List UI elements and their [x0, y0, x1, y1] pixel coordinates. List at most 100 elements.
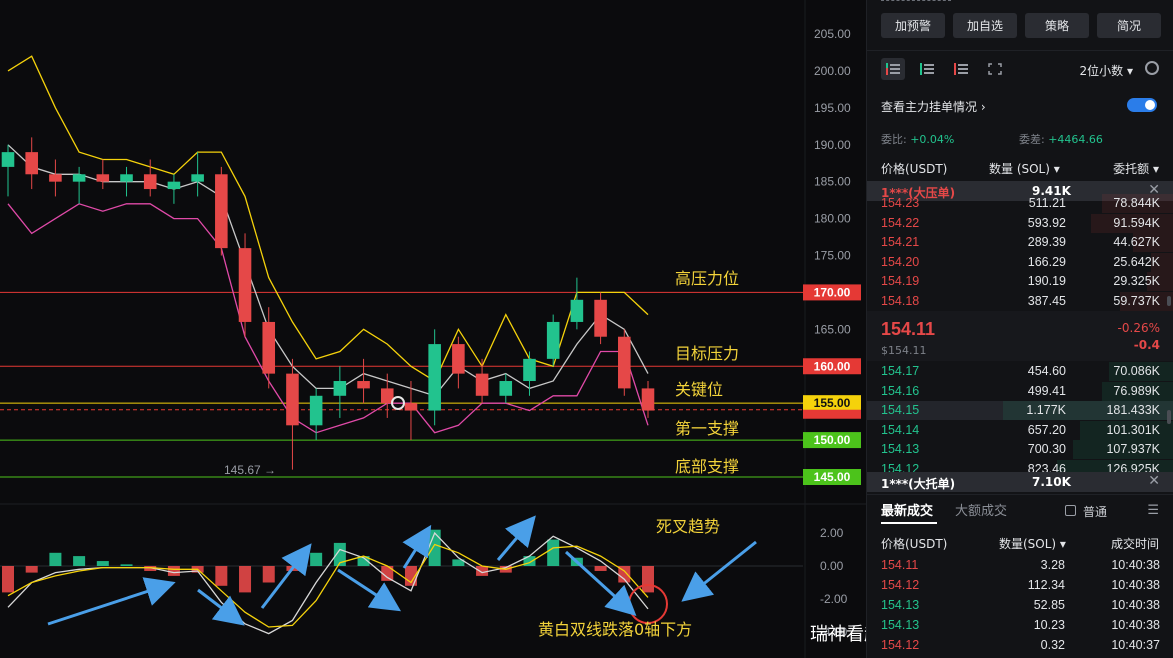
large-bid-banner[interactable]: 1***(大托单) 7.10K ✕ [867, 472, 1173, 492]
divider [867, 494, 1173, 495]
orderbook-sell-icon[interactable] [949, 58, 973, 80]
trade-time: 10:40:38 [1111, 558, 1160, 572]
order-total: 78.844K [1113, 196, 1160, 210]
macd-tick-label: -2.00 [820, 592, 848, 606]
candle [215, 174, 228, 249]
price-tag-label: 160.00 [814, 359, 851, 373]
candle [309, 395, 323, 426]
order-diff-label: 委差: [1019, 133, 1045, 146]
price-chart[interactable]: 205.00 200.00 195.00 190.00 185.00 180.00 175.… [0, 0, 866, 658]
trade-row: 154.12 0.32 10:40:37 [867, 636, 1173, 656]
candle [167, 181, 181, 190]
bollinger-lower-line [7, 203, 649, 434]
order-total: 29.325K [1113, 274, 1160, 288]
macd-histogram-bar [73, 556, 86, 566]
macd-tick-label: 0.00 [820, 559, 844, 573]
tab-large-trades[interactable]: 大额成交 [955, 500, 1007, 519]
order-total: 70.086K [1113, 364, 1160, 378]
orderbook-view-toggle [881, 58, 1007, 80]
trade-row: 154.13 10.23 10:40:38 [867, 616, 1173, 636]
ask-row[interactable]: 154.21 289.39 44.627K [867, 233, 1173, 252]
price-change: -0.4 [1133, 338, 1160, 352]
level-annotation: 第一支撑 [675, 419, 739, 438]
bid-row[interactable]: 154.15 1.177K 181.433K [867, 401, 1173, 420]
zero-axis-annotation: 黄白双线跌落0轴下方 [538, 620, 692, 639]
scrollbar[interactable] [1167, 410, 1171, 424]
ask-row[interactable]: 154.18 387.45 59.737K [867, 291, 1173, 311]
price-tick-label: 205.00 [814, 27, 851, 41]
trade-qty: 10.23 [1033, 618, 1065, 632]
scrollbar[interactable] [1167, 296, 1171, 306]
trade-price-header: 价格(USDT) [881, 537, 948, 551]
mainforce-orders-link[interactable]: 查看主力挂单情况 › [881, 98, 986, 115]
order-total: 107.937K [1106, 442, 1160, 456]
macd-histogram-bar [25, 566, 38, 573]
bid-row[interactable]: 154.16 499.41 76.989K [867, 381, 1173, 401]
trade-row: 154.13 52.85 10:40:38 [867, 596, 1173, 616]
decimal-select[interactable]: 2位小数 ▾ [1080, 62, 1133, 79]
candle [120, 174, 133, 182]
order-qty: 1.177K [1026, 403, 1066, 417]
low-price-marker: 145.67 → [224, 463, 276, 477]
overview-button[interactable]: 简况 [1097, 13, 1161, 38]
candle [594, 299, 607, 337]
order-price: 154.13 [881, 442, 920, 456]
ask-row[interactable]: 154.23 511.21 78.844K [867, 194, 1173, 213]
order-diff: 委差: +4464.66 [1019, 131, 1103, 147]
candle [452, 344, 465, 374]
order-qty: 700.30 [1027, 442, 1066, 456]
bid-row[interactable]: 154.13 700.30 107.937K [867, 440, 1173, 459]
trade-qty-header[interactable]: 数量(SOL) ▾ [999, 535, 1066, 552]
orderbook-fullscreen-icon[interactable] [983, 58, 1007, 80]
order-price: 154.18 [881, 293, 920, 308]
total-column-header[interactable]: 委托额 ▾ [1113, 160, 1159, 177]
trade-price: 154.12 [881, 578, 920, 592]
tab-latest-trades[interactable]: 最新成交 [881, 500, 933, 519]
trend-arrow [47, 577, 176, 626]
price-tick-label: 175.00 [814, 249, 851, 263]
normal-checkbox[interactable] [1065, 505, 1076, 516]
ask-row[interactable]: 154.19 190.19 29.325K [867, 272, 1173, 291]
trade-price: 154.13 [881, 618, 920, 632]
qty-column-header[interactable]: 数量 (SOL) ▾ [989, 160, 1060, 177]
orderbook-both-icon[interactable] [881, 58, 905, 80]
add-alert-button[interactable]: 加预警 [881, 13, 945, 38]
strategy-button[interactable]: 策略 [1025, 13, 1089, 38]
price-tick-label: 200.00 [814, 64, 851, 78]
level-annotation: 目标压力 [675, 344, 739, 363]
order-price: 154.22 [881, 215, 920, 230]
close-icon[interactable]: ✕ [1148, 473, 1160, 489]
order-qty: 166.29 [1027, 254, 1066, 269]
order-qty: 387.45 [1027, 293, 1066, 308]
macd-histogram-bar [310, 552, 323, 566]
chart-area[interactable]: 205.00 200.00 195.00 190.00 185.00 180.00 175.… [0, 0, 866, 658]
macd-histogram-bar [167, 566, 180, 576]
order-ratio: 委比: +0.04% [881, 131, 954, 147]
bid-row[interactable]: 154.17 454.60 70.086K [867, 362, 1173, 381]
mainforce-toggle[interactable] [1127, 98, 1157, 112]
macd-tick-label: 2.00 [820, 526, 844, 540]
order-qty: 454.60 [1027, 364, 1066, 378]
bid-row[interactable]: 154.14 657.20 101.301K [867, 420, 1173, 440]
settings-icon[interactable] [1145, 61, 1159, 75]
level-annotation: 底部支撑 [675, 457, 739, 476]
order-ratio-label: 委比: [881, 133, 907, 146]
orderbook-buy-icon[interactable] [915, 58, 939, 80]
order-price: 154.19 [881, 274, 920, 288]
macd-histogram-bar [262, 566, 275, 583]
ask-row[interactable]: 154.20 166.29 25.642K [867, 252, 1173, 272]
macd-histogram-bar [239, 566, 252, 593]
price-tag-label: 150.00 [814, 433, 851, 447]
trend-arrow [197, 588, 245, 626]
candle [49, 174, 62, 182]
candle [262, 321, 276, 374]
filter-icon[interactable]: ☰ [1147, 503, 1159, 518]
candle [143, 174, 157, 190]
add-watchlist-button[interactable]: 加自选 [953, 13, 1017, 38]
price-tick-label: 185.00 [814, 175, 851, 189]
ask-row[interactable]: 154.22 593.92 91.594K [867, 213, 1173, 233]
order-qty: 499.41 [1027, 383, 1066, 398]
order-price: 154.15 [881, 403, 920, 417]
order-price: 154.20 [881, 254, 920, 269]
order-price: 154.16 [881, 383, 920, 398]
